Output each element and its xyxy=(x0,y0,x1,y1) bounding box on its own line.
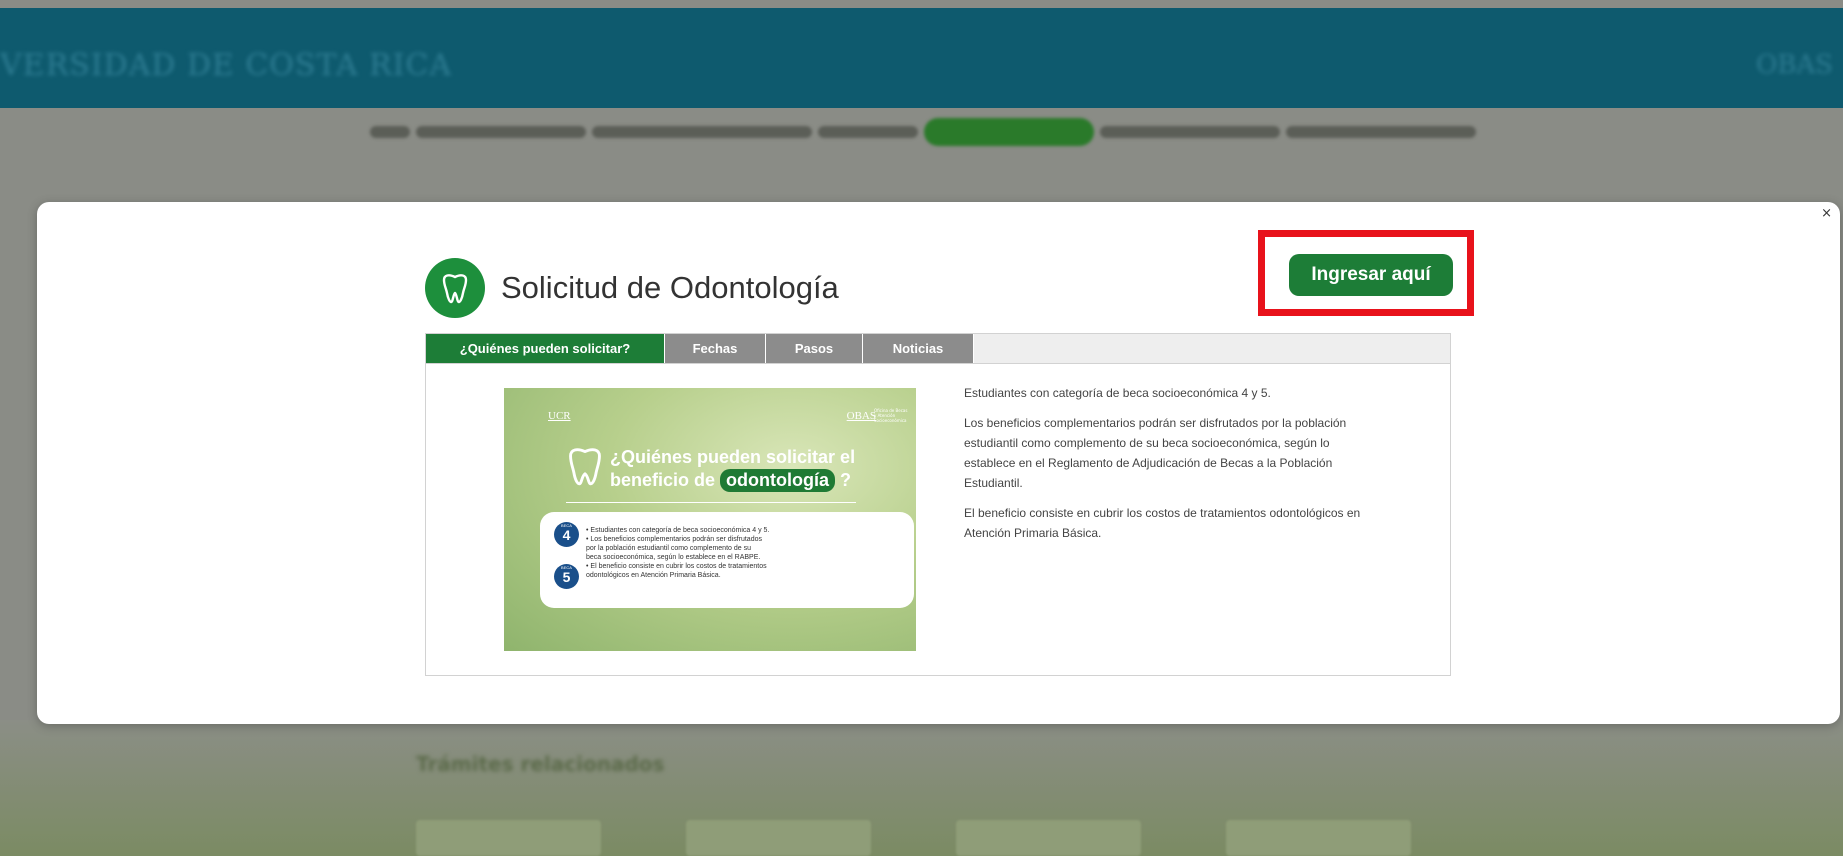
related-heading: Trámites relacionados xyxy=(416,752,665,776)
tab-noticias[interactable]: Noticias xyxy=(863,334,974,363)
nav-item xyxy=(1100,126,1280,138)
related-card xyxy=(686,820,871,856)
nav-item xyxy=(592,126,812,138)
description-paragraph: Los beneficios complementarios podrán se… xyxy=(964,416,1347,490)
tab-bar: ¿Quiénes pueden solicitar? Fechas Pasos … xyxy=(425,333,1451,364)
tooth-icon xyxy=(425,258,485,318)
related-section xyxy=(0,720,1843,856)
infographic-ucr-logo: UCR xyxy=(548,410,571,422)
university-logo-text: VERSIDAD DE COSTA RICA xyxy=(0,48,453,83)
related-card xyxy=(956,820,1141,856)
main-nav xyxy=(370,118,1500,146)
description: Estudiantes con categoría de beca socioe… xyxy=(964,383,1384,553)
infographic-bullets: • Estudiantes con categoría de beca soci… xyxy=(586,527,770,579)
modal-header: Solicitud de Odontología xyxy=(425,258,839,318)
infographic-heading-pre: beneficio de xyxy=(610,470,716,490)
nav-item xyxy=(818,126,918,138)
close-icon[interactable]: × xyxy=(1821,206,1832,221)
infographic-divider xyxy=(566,502,856,503)
infographic-heading-pill: odontología xyxy=(720,469,836,492)
infographic-obas-logo: OBAS xyxy=(846,410,876,422)
infographic-tooth-icon xyxy=(569,448,601,486)
infographic-obas-subtitle: Oficina de Becas y Atención Socioeconómi… xyxy=(874,408,908,423)
infographic-heading-post: ? xyxy=(840,470,852,490)
nav-item xyxy=(1286,126,1476,138)
related-card xyxy=(1226,820,1411,856)
infographic-image: UCR OBAS Oficina de Becas y Atención Soc… xyxy=(504,388,916,651)
infographic-heading: ¿Quiénes pueden solicitar el beneficio d… xyxy=(566,446,855,492)
related-card xyxy=(416,820,601,856)
beca-5-badge: BECA 5 xyxy=(554,564,579,589)
tab-fechas[interactable]: Fechas xyxy=(665,334,766,363)
tab-quienes[interactable]: ¿Quiénes pueden solicitar? xyxy=(426,334,665,363)
modal-title: Solicitud de Odontología xyxy=(501,270,839,305)
nav-item xyxy=(416,126,586,138)
odontologia-modal: × Solicitud de Odontología Ingresar aquí… xyxy=(37,202,1840,724)
infographic-card: BECA 4 BECA 5 • Estudiantes con categorí… xyxy=(540,512,914,608)
site-header: VERSIDAD DE COSTA RICA OBAS xyxy=(0,8,1843,108)
infographic-heading-line1: ¿Quiénes pueden solicitar el xyxy=(610,447,856,467)
ingresar-button[interactable]: Ingresar aquí xyxy=(1289,254,1453,296)
beca-4-badge: BECA 4 xyxy=(554,522,579,547)
description-paragraph: Estudiantes con categoría de beca socioe… xyxy=(964,386,1271,400)
description-paragraph: El beneficio consiste en cubrir los cost… xyxy=(964,506,1361,540)
tab-panel: UCR OBAS Oficina de Becas y Atención Soc… xyxy=(425,363,1451,676)
tab-pasos[interactable]: Pasos xyxy=(766,334,863,363)
obas-logo: OBAS xyxy=(1755,50,1833,80)
nav-item xyxy=(370,126,410,138)
nav-item-active xyxy=(924,118,1094,146)
